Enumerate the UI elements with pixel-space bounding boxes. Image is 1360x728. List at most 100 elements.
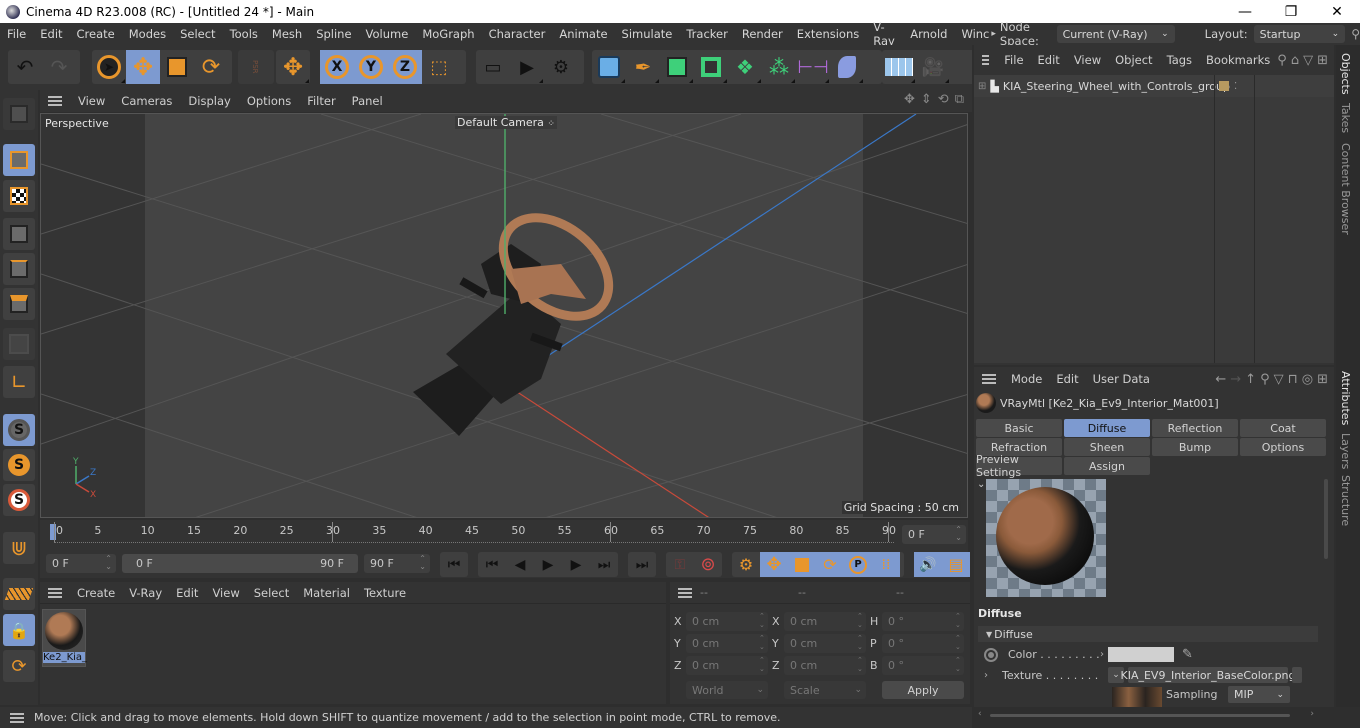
attributes-menu-edit[interactable]: Edit bbox=[1049, 372, 1085, 386]
material-menu-vray[interactable]: V-Ray bbox=[122, 586, 169, 600]
autokey-button[interactable]: ⊚ bbox=[694, 552, 722, 577]
move-tool-button[interactable]: ✥ bbox=[126, 50, 160, 84]
filter-icon[interactable]: ▽ bbox=[1274, 372, 1284, 387]
menu-extensions[interactable]: Extensions bbox=[790, 27, 866, 41]
menu-edit[interactable]: Edit bbox=[33, 27, 69, 41]
viewport-menu-panel[interactable]: Panel bbox=[344, 94, 391, 108]
workplane-snap-button[interactable]: S bbox=[3, 484, 35, 516]
up-arrow-icon[interactable]: ↑ bbox=[1245, 372, 1256, 387]
attributes-menu-mode[interactable]: Mode bbox=[1004, 372, 1049, 386]
objects-menu-bookmarks[interactable]: Bookmarks bbox=[1199, 53, 1277, 67]
extrude-button[interactable] bbox=[694, 50, 728, 84]
rot-p-field[interactable]: 0 ° bbox=[882, 634, 964, 653]
menu-create[interactable]: Create bbox=[70, 27, 122, 41]
pos-z-field[interactable]: 0 cm bbox=[686, 656, 768, 675]
menu-vray[interactable]: V-Ray bbox=[866, 20, 903, 48]
viewport-orbit-icon[interactable]: ⟲ bbox=[938, 92, 949, 107]
viewport-menu-display[interactable]: Display bbox=[180, 94, 238, 108]
menu-overflow-arrow-icon[interactable]: ▸ bbox=[991, 29, 996, 39]
3d-viewport[interactable]: Y Z X Perspective Default Camera ⁘ Grid … bbox=[40, 113, 968, 518]
menu-window[interactable]: Winc bbox=[954, 27, 991, 41]
size-x-field[interactable]: 0 cm bbox=[784, 612, 866, 631]
material-tag-icon[interactable] bbox=[1219, 81, 1229, 91]
menu-volume[interactable]: Volume bbox=[359, 27, 416, 41]
layout-select[interactable]: Startup ⌄ bbox=[1253, 25, 1346, 43]
apply-button[interactable]: Apply bbox=[882, 681, 964, 699]
tab-reflection[interactable]: Reflection bbox=[1152, 419, 1238, 437]
forward-arrow-icon[interactable]: → bbox=[1230, 372, 1241, 387]
rot-b-field[interactable]: 0 ° bbox=[882, 656, 964, 675]
workplane-align-button[interactable]: ⟳ bbox=[3, 650, 35, 682]
texture-file-button[interactable]: KIA_EV9_Interior_BaseColor.png bbox=[1121, 667, 1296, 683]
eyedropper-icon[interactable]: ✎ bbox=[1182, 647, 1193, 662]
play-button[interactable]: ▶ bbox=[534, 552, 562, 577]
menu-spline[interactable]: Spline bbox=[309, 27, 358, 41]
viewport-maximize-icon[interactable]: ⧉ bbox=[955, 92, 964, 107]
menu-tools[interactable]: Tools bbox=[223, 27, 265, 41]
back-arrow-icon[interactable]: ← bbox=[1215, 372, 1226, 387]
camera-label[interactable]: Default Camera ⁘ bbox=[455, 116, 557, 129]
search-icon[interactable]: ⚲ bbox=[1351, 27, 1360, 41]
object-row[interactable]: ⊞ ▙ KIA_Steering_Wheel_with_Controls_gro… bbox=[974, 75, 1334, 97]
material-menu-select[interactable]: Select bbox=[247, 586, 296, 600]
hamburger-icon[interactable] bbox=[48, 96, 62, 106]
size-mode-select[interactable]: Scale ⌄ bbox=[784, 681, 866, 699]
key-scale-button[interactable] bbox=[788, 552, 816, 577]
y-axis-button[interactable]: Y bbox=[354, 50, 388, 84]
viewport-pan-icon[interactable]: ✥ bbox=[904, 92, 915, 107]
psr-button[interactable]: PSR bbox=[238, 50, 272, 84]
lock-icon[interactable]: ⊓ bbox=[1288, 372, 1298, 387]
pen-button[interactable]: ✒ bbox=[626, 50, 660, 84]
frame-range-slider[interactable]: 0 F 90 F bbox=[122, 554, 358, 573]
tab-objects[interactable]: Objects bbox=[1339, 53, 1352, 95]
current-frame-field[interactable]: 0 F ⌃ ⌄ bbox=[902, 525, 966, 544]
render-settings-button[interactable]: ⚙ bbox=[544, 50, 578, 84]
next-frame-button[interactable]: ▶ bbox=[562, 552, 590, 577]
scale-tool-button[interactable] bbox=[160, 50, 194, 84]
animate-radio[interactable] bbox=[984, 647, 998, 662]
snap-button[interactable]: S bbox=[3, 414, 35, 446]
magnet-button[interactable]: ⋓ bbox=[3, 532, 35, 564]
viewport-menu-options[interactable]: Options bbox=[239, 94, 299, 108]
viewport-menu-filter[interactable]: Filter bbox=[299, 94, 343, 108]
search-icon[interactable]: ⚲ bbox=[1260, 372, 1270, 387]
start-frame-field[interactable]: 0 F ⌃ ⌄ bbox=[46, 554, 116, 573]
x-axis-button[interactable]: X bbox=[320, 50, 354, 84]
tab-coat[interactable]: Coat bbox=[1240, 419, 1326, 437]
previous-frame-button[interactable]: ◀ bbox=[506, 552, 534, 577]
viewport-dolly-icon[interactable]: ⇕ bbox=[921, 92, 932, 107]
polygons-mode-button[interactable] bbox=[3, 288, 35, 320]
tab-layers[interactable]: Layers bbox=[1339, 433, 1352, 469]
objects-menu-object[interactable]: Object bbox=[1108, 53, 1159, 67]
z-axis-button[interactable]: Z bbox=[388, 50, 422, 84]
new-panel-icon[interactable]: ⊞ bbox=[1317, 372, 1328, 387]
coordinate-system-button[interactable]: ⬚ bbox=[422, 50, 456, 84]
material-menu-texture[interactable]: Texture bbox=[357, 586, 413, 600]
material-item[interactable]: Ke2_Kia_ bbox=[42, 609, 87, 667]
go-to-end-button[interactable]: ⏭ bbox=[628, 552, 656, 577]
hamburger-icon[interactable] bbox=[678, 587, 692, 598]
tab-diffuse[interactable]: Diffuse bbox=[1064, 419, 1150, 437]
size-y-field[interactable]: 0 cm bbox=[784, 634, 866, 653]
make-editable-button[interactable] bbox=[3, 98, 35, 130]
workplane-button[interactable] bbox=[3, 578, 35, 610]
array-button[interactable]: ❖ bbox=[728, 50, 762, 84]
objects-menu-tags[interactable]: Tags bbox=[1160, 53, 1199, 67]
tab-preview-settings[interactable]: Preview Settings bbox=[976, 453, 1062, 479]
maximize-button[interactable]: ❐ bbox=[1268, 0, 1314, 23]
vertical-scrollbar[interactable] bbox=[1324, 479, 1328, 559]
key-rotation-button[interactable]: ⟳ bbox=[816, 552, 844, 577]
render-picture-viewer-button[interactable]: ▶ bbox=[510, 50, 544, 84]
render-view-button[interactable]: ▭ bbox=[476, 50, 510, 84]
locked-workplane-button[interactable]: 🔒 bbox=[3, 614, 35, 646]
attributes-menu-user-data[interactable]: User Data bbox=[1086, 372, 1157, 386]
menu-arnold[interactable]: Arnold bbox=[903, 27, 954, 41]
size-z-field[interactable]: 0 cm bbox=[784, 656, 866, 675]
menu-tracker[interactable]: Tracker bbox=[679, 27, 735, 41]
home-icon[interactable]: ⌂ bbox=[1291, 53, 1299, 68]
material-menu-material[interactable]: Material bbox=[296, 586, 357, 600]
key-point-level-button[interactable]: ⁞⁞ bbox=[872, 552, 900, 577]
bend-button[interactable] bbox=[830, 50, 864, 84]
end-frame-field[interactable]: 90 F ⌃ ⌄ bbox=[364, 554, 430, 573]
viewport-menu-view[interactable]: View bbox=[70, 94, 113, 108]
